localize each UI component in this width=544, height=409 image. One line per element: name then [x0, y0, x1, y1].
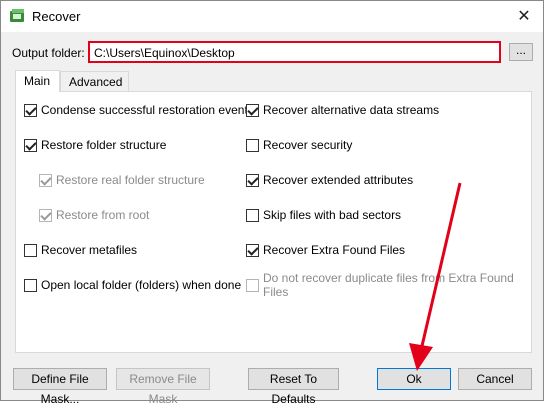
condense-label: Condense successful restoration events: [41, 103, 254, 117]
restore-folder-structure-checkbox[interactable]: [24, 138, 37, 152]
close-button[interactable]: ✕: [511, 5, 537, 27]
restore-folder-structure-option[interactable]: Restore folder structure: [24, 137, 166, 153]
recover-metafiles-label: Recover metafiles: [41, 243, 138, 257]
open-local-folder-label: Open local folder (folders) when done: [41, 278, 242, 292]
main-options-panel: Condense successful restoration events R…: [15, 91, 532, 353]
restore-real-folder-structure-option: Restore real folder structure: [39, 172, 205, 188]
define-file-mask-button[interactable]: Define File Mask...: [13, 368, 107, 406]
recover-extra-found-checkbox[interactable]: [246, 243, 259, 257]
condense-option[interactable]: Condense successful restoration events: [24, 102, 254, 118]
restore-real-folder-structure-checkbox: [39, 173, 52, 187]
title-bar: Recover ✕: [1, 1, 543, 32]
cancel-button[interactable]: Cancel: [458, 368, 532, 390]
restore-real-folder-structure-label: Restore real folder structure: [56, 173, 205, 187]
restore-from-root-option: Restore from root: [39, 207, 149, 223]
open-local-folder-checkbox[interactable]: [24, 278, 37, 292]
no-duplicate-extra-checkbox: [246, 278, 259, 292]
recover-ext-attributes-checkbox[interactable]: [246, 173, 259, 187]
restore-from-root-checkbox: [39, 208, 52, 222]
condense-checkbox[interactable]: [24, 103, 37, 117]
restore-folder-structure-label: Restore folder structure: [41, 138, 167, 152]
recover-security-option[interactable]: Recover security: [246, 137, 352, 153]
recover-ext-attributes-label: Recover extended attributes: [263, 173, 414, 187]
recover-security-label: Recover security: [263, 138, 353, 152]
tab-advanced[interactable]: Advanced: [60, 71, 129, 91]
recover-metafiles-option[interactable]: Recover metafiles: [24, 242, 137, 258]
skip-bad-sectors-option[interactable]: Skip files with bad sectors: [246, 207, 401, 223]
window-title: Recover: [32, 9, 81, 24]
tab-main[interactable]: Main: [15, 70, 60, 92]
recover-metafiles-checkbox[interactable]: [24, 243, 37, 257]
no-duplicate-extra-label: Do not recover duplicate files from Extr…: [263, 271, 514, 299]
browse-button[interactable]: ...: [509, 43, 533, 61]
output-folder-label: Output folder:: [12, 46, 85, 60]
open-local-folder-option[interactable]: Open local folder (folders) when done: [24, 277, 241, 293]
recover-extra-found-label: Recover Extra Found Files: [263, 243, 406, 257]
output-folder-input[interactable]: C:\Users\Equinox\Desktop: [88, 41, 501, 63]
skip-bad-sectors-checkbox[interactable]: [246, 208, 259, 222]
recover-ext-attributes-option[interactable]: Recover extended attributes: [246, 172, 413, 188]
ok-button[interactable]: Ok: [377, 368, 451, 390]
recover-security-checkbox[interactable]: [246, 138, 259, 152]
close-icon: ✕: [517, 8, 531, 25]
skip-bad-sectors-label: Skip files with bad sectors: [263, 208, 402, 222]
remove-file-mask-button: Remove File Mask: [116, 368, 210, 406]
recover-extra-found-option[interactable]: Recover Extra Found Files: [246, 242, 405, 258]
app-icon: [10, 9, 24, 22]
recover-alt-streams-label: Recover alternative data streams: [263, 103, 440, 117]
restore-from-root-label: Restore from root: [56, 208, 150, 222]
recover-dialog: Recover ✕ Output folder: C:\Users\Equino…: [0, 0, 544, 406]
no-duplicate-extra-option: Do not recover duplicate files from Extr…: [246, 271, 531, 299]
recover-alt-streams-checkbox[interactable]: [246, 103, 259, 117]
reset-to-defaults-button[interactable]: Reset To Defaults: [248, 368, 339, 406]
recover-alt-streams-option[interactable]: Recover alternative data streams: [246, 102, 439, 118]
